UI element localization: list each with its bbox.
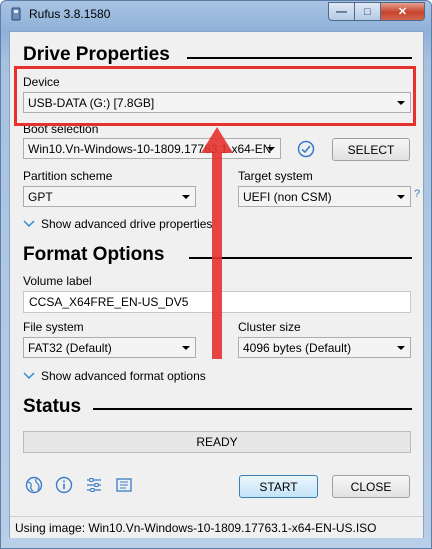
section-divider	[187, 57, 412, 59]
start-button[interactable]: START	[239, 475, 318, 498]
file-system-label: File system	[23, 320, 84, 334]
cluster-size-value: 4096 bytes (Default)	[243, 340, 352, 355]
check-hash-icon[interactable]	[297, 140, 315, 158]
close-window-button[interactable]: ✕	[381, 2, 425, 21]
progress-bar: READY	[23, 431, 411, 453]
advanced-format-options-toggle[interactable]: Show advanced format options	[23, 369, 206, 383]
chevron-down-icon	[397, 346, 405, 350]
maximize-button[interactable]: □	[355, 2, 381, 21]
chevron-down-icon	[23, 372, 35, 380]
chevron-down-icon	[267, 147, 275, 151]
chevron-down-icon	[182, 195, 190, 199]
close-button[interactable]: CLOSE	[332, 475, 410, 498]
device-value: USB-DATA (G:) [7.8GB]	[28, 95, 155, 110]
drive-properties-heading: Drive Properties	[23, 44, 170, 65]
cluster-size-dropdown[interactable]: 4096 bytes (Default)	[238, 337, 411, 358]
section-divider	[189, 257, 412, 259]
log-icon[interactable]	[115, 476, 133, 494]
target-system-dropdown[interactable]: UEFI (non CSM)	[238, 186, 411, 207]
partition-scheme-label: Partition scheme	[23, 169, 113, 183]
volume-label-label: Volume label	[23, 274, 92, 288]
chevron-down-icon	[397, 195, 405, 199]
help-icon[interactable]: ?	[414, 188, 420, 200]
advanced-drive-properties-toggle[interactable]: Show advanced drive properties	[23, 217, 212, 231]
format-options-heading: Format Options	[23, 244, 165, 265]
section-divider	[93, 408, 412, 410]
partition-scheme-value: GPT	[28, 189, 53, 204]
maximize-icon: □	[364, 5, 371, 18]
caption-buttons: — □ ✕	[328, 2, 425, 21]
device-dropdown[interactable]: USB-DATA (G:) [7.8GB]	[23, 92, 411, 113]
status-bar: Using image: Win10.Vn-Windows-10-1809.17…	[10, 516, 423, 538]
client-area: Drive Properties Device USB-DATA (G:) [7…	[9, 31, 424, 538]
boot-selection-value: Win10.Vn-Windows-10-1809.17763.1-x64-EN	[28, 141, 272, 156]
target-system-value: UEFI (non CSM)	[243, 189, 332, 204]
cluster-size-label: Cluster size	[238, 320, 301, 334]
file-system-dropdown[interactable]: FAT32 (Default)	[23, 337, 196, 358]
target-system-label: Target system	[238, 169, 313, 183]
globe-icon[interactable]	[25, 476, 43, 494]
status-bar-text: Using image: Win10.Vn-Windows-10-1809.17…	[15, 521, 377, 535]
chevron-down-icon	[397, 101, 405, 105]
partition-scheme-dropdown[interactable]: GPT	[23, 186, 196, 207]
boot-selection-label: Boot selection	[23, 122, 99, 136]
chevron-down-icon	[182, 346, 190, 350]
settings-sliders-icon[interactable]	[85, 476, 103, 494]
device-label: Device	[23, 75, 60, 89]
volume-label-input[interactable]: CCSA_X64FRE_EN-US_DV5	[23, 291, 411, 313]
boot-selection-dropdown[interactable]: Win10.Vn-Windows-10-1809.17763.1-x64-EN	[23, 138, 281, 159]
status-heading: Status	[23, 396, 82, 417]
advanced-format-label: Show advanced format options	[41, 369, 206, 383]
rufus-window: Rufus 3.8.1580 — □ ✕ Drive Properties De…	[0, 0, 432, 549]
advanced-drive-label: Show advanced drive properties	[41, 217, 213, 231]
select-button[interactable]: SELECT	[332, 138, 410, 161]
minimize-icon: —	[336, 5, 347, 18]
chevron-down-icon	[23, 220, 35, 228]
info-icon[interactable]	[55, 476, 73, 494]
window-title: Rufus 3.8.1580	[29, 7, 111, 21]
title-bar[interactable]: Rufus 3.8.1580 — □ ✕	[1, 1, 431, 29]
file-system-value: FAT32 (Default)	[28, 340, 112, 355]
close-icon: ✕	[397, 6, 408, 18]
minimize-button[interactable]: —	[328, 2, 355, 21]
usb-drive-icon	[11, 7, 21, 21]
